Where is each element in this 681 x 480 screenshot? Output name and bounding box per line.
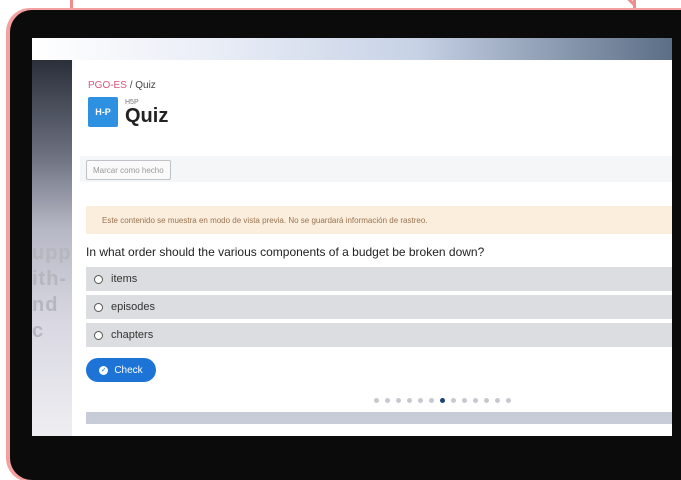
answer-list: items episodes chapters: [86, 267, 672, 351]
breadcrumb: PGO-ES / Quiz: [88, 80, 168, 91]
page-content: PGO-ES / Quiz H-P H5P Quiz Marcar como h…: [74, 60, 672, 436]
breadcrumb-separator: /: [129, 80, 133, 91]
left-background-strip: upp ith- nd c: [32, 60, 72, 436]
progress-dot[interactable]: [429, 398, 434, 403]
answer-label: items: [111, 273, 138, 285]
laptop-frame: upp ith- nd c PGO-ES / Quiz H-P H5P Quiz: [10, 10, 681, 480]
answer-option-items[interactable]: items: [86, 267, 672, 291]
answer-label: episodes: [111, 301, 156, 313]
quiz-question: In what order should the various compone…: [86, 245, 485, 259]
progress-dot[interactable]: [407, 398, 412, 403]
radio-icon[interactable]: [94, 274, 103, 284]
answer-option-episodes[interactable]: episodes: [86, 295, 672, 319]
progress-dot[interactable]: [396, 398, 401, 403]
title-block: H5P Quiz: [125, 99, 168, 126]
breadcrumb-current: Quiz: [135, 80, 156, 91]
check-label: Check: [114, 364, 143, 376]
progress-dot[interactable]: [440, 398, 445, 403]
mark-done-button[interactable]: Marcar como hecho: [86, 160, 171, 180]
progress-dot[interactable]: [484, 398, 489, 403]
page-header: PGO-ES / Quiz H-P H5P Quiz: [88, 80, 168, 127]
footer-bar: [86, 412, 672, 424]
progress-dot[interactable]: [374, 398, 379, 403]
progress-dot[interactable]: [495, 398, 500, 403]
answer-option-chapters[interactable]: chapters: [86, 323, 672, 347]
check-button[interactable]: ✓ Check: [86, 358, 156, 382]
progress-dot[interactable]: [385, 398, 390, 403]
check-icon: ✓: [99, 365, 109, 375]
preview-notice: Este contenido se muestra en modo de vis…: [86, 206, 672, 234]
h5p-icon: H-P: [88, 97, 118, 127]
progress-dots: [374, 398, 517, 403]
breadcrumb-course-link[interactable]: PGO-ES: [88, 80, 127, 91]
progress-dot[interactable]: [506, 398, 511, 403]
background-text: upp ith- nd c: [32, 242, 72, 342]
progress-dot[interactable]: [418, 398, 423, 403]
page-title: Quiz: [125, 104, 169, 127]
radio-icon[interactable]: [94, 330, 103, 340]
title-row: H-P H5P Quiz: [88, 97, 168, 127]
laptop-screen: upp ith- nd c PGO-ES / Quiz H-P H5P Quiz: [32, 38, 672, 436]
progress-dot[interactable]: [462, 398, 467, 403]
progress-dot[interactable]: [451, 398, 456, 403]
progress-dot[interactable]: [473, 398, 478, 403]
answer-label: chapters: [111, 329, 154, 341]
radio-icon[interactable]: [94, 302, 103, 312]
completion-bar: Marcar como hecho: [80, 156, 672, 182]
